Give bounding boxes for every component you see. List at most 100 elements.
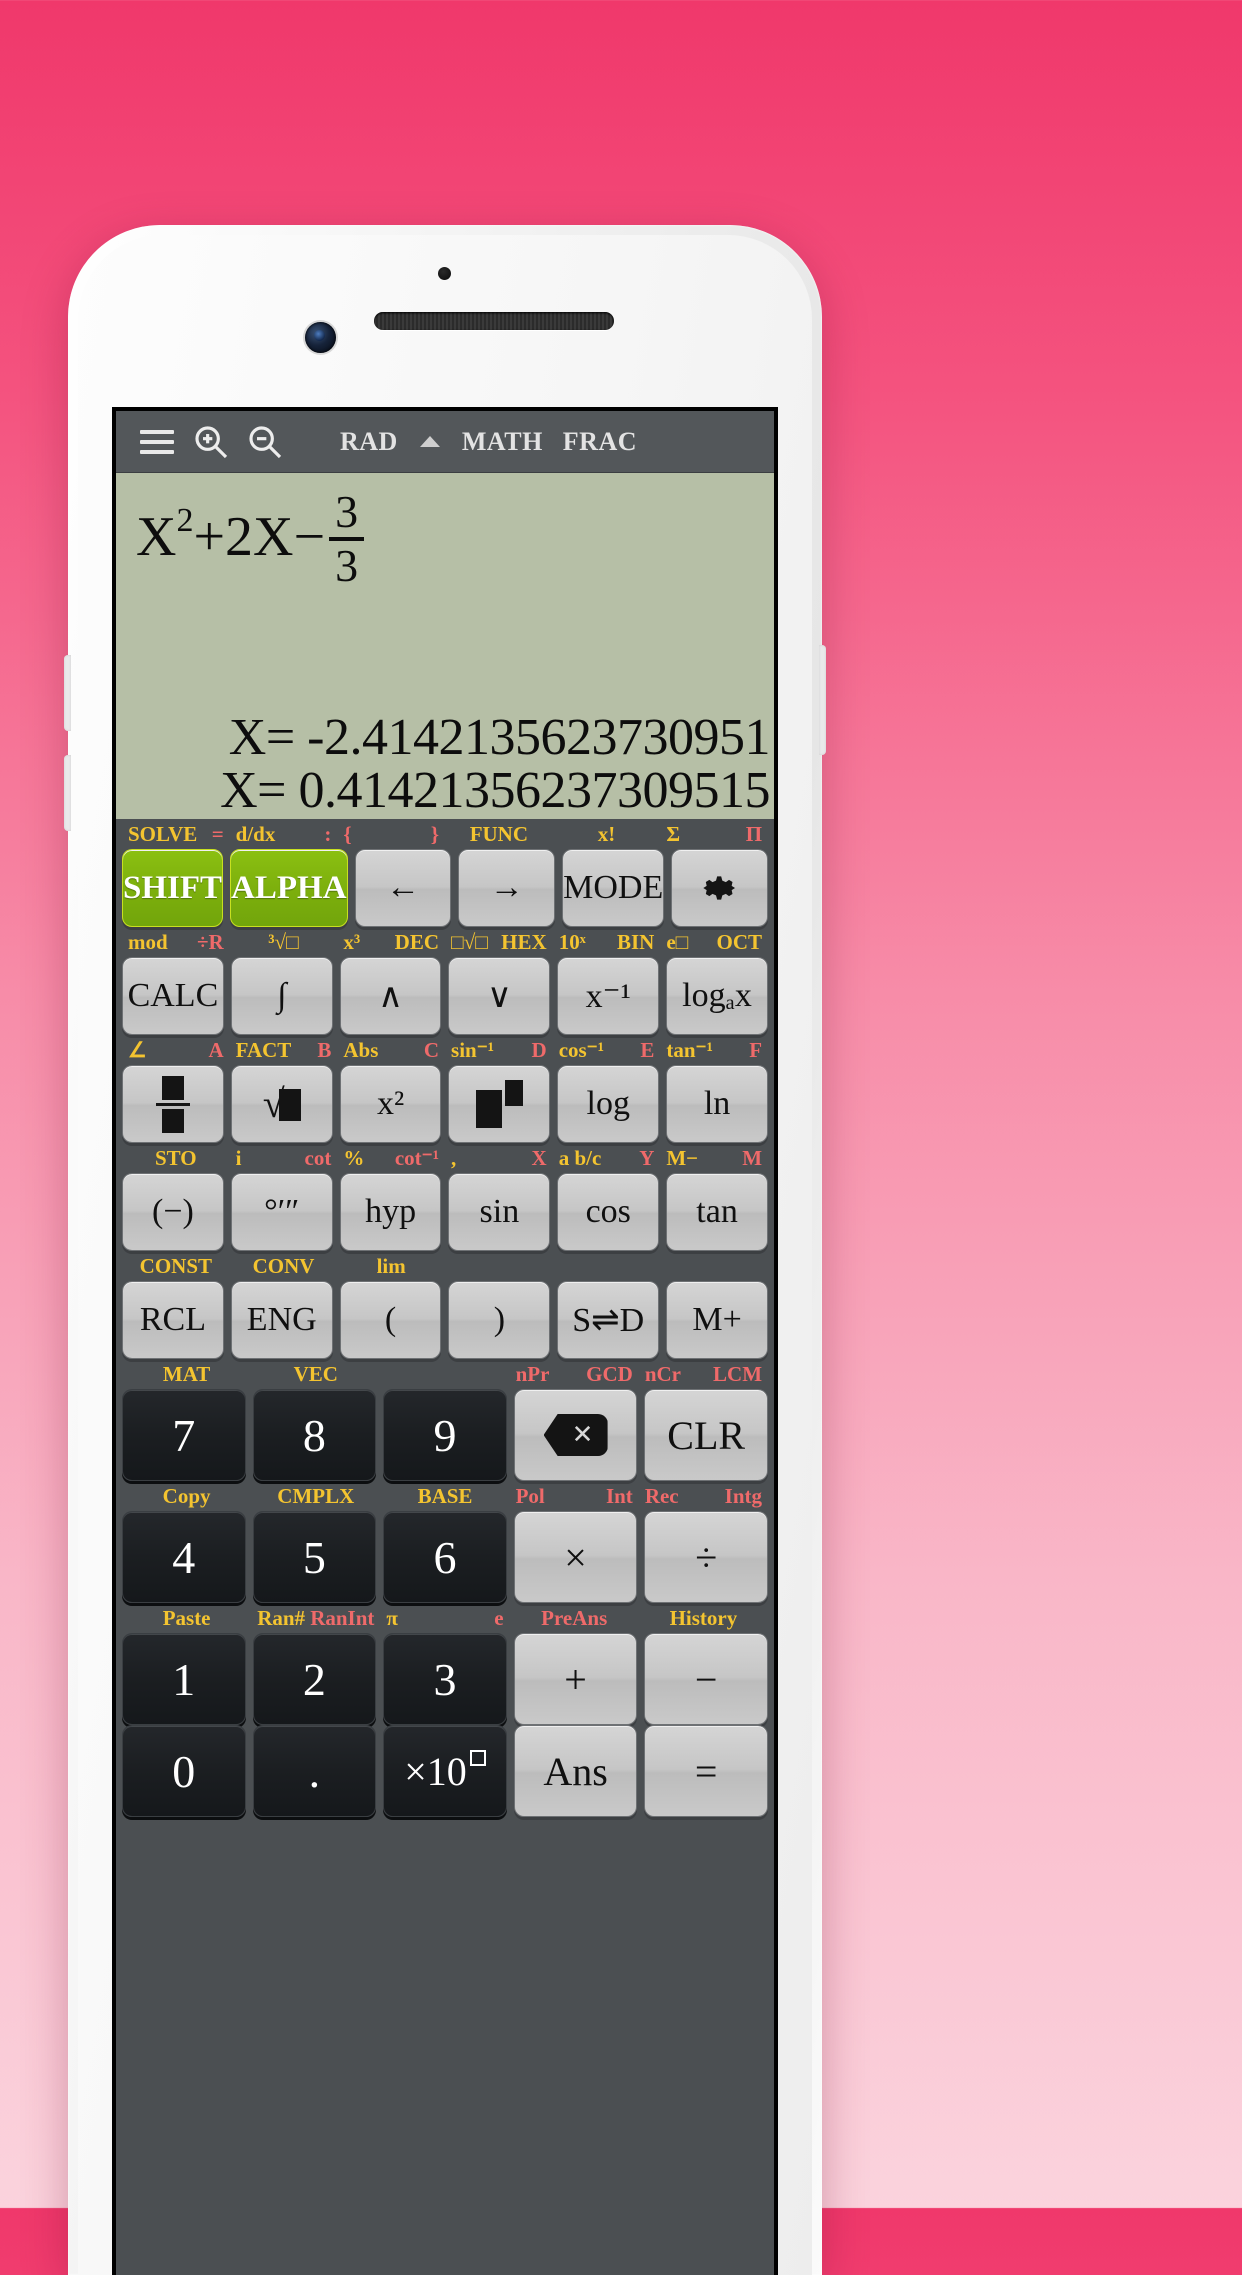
key-digit-2[interactable]: 2 bbox=[252, 1633, 377, 1725]
key-digit-6[interactable]: 6 bbox=[383, 1511, 507, 1603]
key-digit-4[interactable]: 4 bbox=[122, 1511, 246, 1603]
sublabel: B bbox=[317, 1037, 332, 1062]
key-hyp[interactable]: hyp bbox=[339, 1173, 442, 1251]
sublabel: % bbox=[343, 1145, 365, 1170]
key-square-root[interactable]: √ bbox=[230, 1065, 333, 1143]
key-sin[interactable]: sin bbox=[448, 1173, 551, 1251]
key-digit-3[interactable]: 3 bbox=[383, 1633, 507, 1725]
sublabel: Π bbox=[745, 821, 763, 846]
sublabel: LCM bbox=[713, 1361, 763, 1386]
calculator-display[interactable]: X 2 +2X− 3 3 X= -2.4142135623730951 X= 0.4… bbox=[116, 473, 774, 819]
key-fraction[interactable] bbox=[122, 1065, 224, 1143]
sublabel-cell: Pol Int bbox=[510, 1485, 639, 1507]
sublabel-cell: STO bbox=[122, 1147, 230, 1169]
key-reciprocal[interactable]: x⁻¹ bbox=[557, 957, 660, 1035]
key-eng[interactable]: ENG bbox=[230, 1281, 333, 1359]
key-times-ten-power[interactable]: ×10 bbox=[383, 1725, 507, 1817]
key-digit-9[interactable]: 9 bbox=[383, 1389, 507, 1481]
power-button[interactable] bbox=[819, 645, 826, 755]
sublabel: cos⁻¹ bbox=[558, 1037, 605, 1062]
volume-down-button[interactable] bbox=[64, 755, 71, 831]
key-delete[interactable]: ✕ bbox=[513, 1389, 638, 1481]
key-digit-8[interactable]: 8 bbox=[252, 1389, 377, 1481]
gear-icon bbox=[702, 876, 735, 900]
key-arrow-left[interactable]: ← bbox=[354, 849, 452, 927]
key-digit-0[interactable]: 0 bbox=[122, 1725, 246, 1817]
key-calc[interactable]: CALC bbox=[122, 957, 224, 1035]
key-log-base-a[interactable]: logₐx bbox=[666, 957, 768, 1035]
key-cos[interactable]: cos bbox=[557, 1173, 660, 1251]
key-label: 6 bbox=[433, 1531, 457, 1583]
sublabel-row: STO i cot% cot⁻¹, Xa b/c Y M− M bbox=[122, 1143, 768, 1173]
zoom-out-icon[interactable] bbox=[238, 420, 292, 464]
sublabel-cell: x! bbox=[553, 821, 661, 846]
key-arrow-right[interactable]: → bbox=[458, 849, 556, 927]
key-paren-open[interactable]: ( bbox=[339, 1281, 442, 1359]
sublabel: VEC bbox=[293, 1361, 338, 1386]
key-square[interactable]: x² bbox=[339, 1065, 442, 1143]
key-label: Ans bbox=[543, 1748, 608, 1794]
key-memory-plus[interactable]: M+ bbox=[666, 1281, 768, 1359]
key-settings-gear[interactable] bbox=[671, 849, 768, 927]
zoom-in-icon[interactable] bbox=[184, 420, 238, 464]
key-equals[interactable]: = bbox=[644, 1725, 768, 1817]
sublabel: ÷R bbox=[196, 929, 224, 954]
key-ans[interactable]: Ans bbox=[513, 1725, 638, 1817]
display-mode-indicator[interactable]: MATH bbox=[452, 427, 553, 457]
key-s-to-d[interactable]: S⇌D bbox=[557, 1281, 660, 1359]
key-rcl[interactable]: RCL bbox=[122, 1281, 224, 1359]
key-minus[interactable]: − bbox=[644, 1633, 768, 1725]
sublabel-cell: ³√□ bbox=[230, 931, 338, 953]
sublabel: Y bbox=[639, 1145, 655, 1170]
volume-up-button[interactable] bbox=[64, 655, 71, 731]
sublabel: D bbox=[531, 1037, 547, 1062]
key-alpha[interactable]: ALPHA bbox=[230, 849, 348, 927]
key-integral[interactable]: ∫ bbox=[230, 957, 333, 1035]
square-root-icon: √ bbox=[263, 1084, 301, 1124]
fraction-mode-indicator[interactable]: FRAC bbox=[553, 427, 647, 457]
key-row: (−) °′″ hyp sin cos tan bbox=[122, 1173, 768, 1251]
key-caret-up[interactable]: ∧ bbox=[339, 957, 442, 1035]
sublabel-cell: a b/c Y bbox=[553, 1145, 661, 1170]
key-label: 1 bbox=[172, 1653, 196, 1705]
key-label: ENG bbox=[246, 1301, 317, 1338]
key-ln[interactable]: ln bbox=[666, 1065, 768, 1143]
key-digit-7[interactable]: 7 bbox=[122, 1389, 246, 1481]
sublabel: : bbox=[324, 821, 332, 846]
key-shift[interactable]: SHIFT bbox=[122, 849, 224, 927]
angle-mode-indicator[interactable]: RAD bbox=[330, 427, 408, 457]
key-negative[interactable]: (−) bbox=[122, 1173, 224, 1251]
key-plus[interactable]: + bbox=[513, 1633, 638, 1725]
key-label: 0 bbox=[172, 1745, 196, 1797]
key-mode[interactable]: MODE bbox=[562, 849, 665, 927]
hamburger-menu-icon[interactable] bbox=[130, 420, 184, 464]
sublabel-cell: nCr LCM bbox=[639, 1361, 768, 1386]
key-caret-down[interactable]: ∨ bbox=[448, 957, 551, 1035]
key-paren-close[interactable]: ) bbox=[448, 1281, 551, 1359]
key-tan[interactable]: tan bbox=[666, 1173, 768, 1251]
sublabel: nCr bbox=[644, 1361, 681, 1386]
key-label: (−) bbox=[152, 1193, 194, 1230]
sublabel-cell: tan⁻¹ F bbox=[660, 1039, 768, 1061]
sublabel-cell: Ran# RanInt bbox=[251, 1605, 380, 1630]
key-multiply[interactable]: × bbox=[513, 1511, 638, 1603]
sublabel: RanInt bbox=[310, 1605, 375, 1630]
key-degrees-minutes-seconds[interactable]: °′″ bbox=[230, 1173, 333, 1251]
sublabel: GCD bbox=[586, 1361, 633, 1386]
key-label: ∧ bbox=[378, 978, 404, 1015]
key-clear[interactable]: CLR bbox=[644, 1389, 768, 1481]
sublabel: , bbox=[451, 1145, 457, 1170]
sublabel: mod bbox=[128, 929, 168, 954]
sublabel: x! bbox=[597, 821, 616, 846]
sublabel: PreAns bbox=[541, 1605, 608, 1630]
sublabel: { bbox=[343, 821, 352, 846]
key-power[interactable] bbox=[448, 1065, 551, 1143]
key-decimal-point[interactable]: . bbox=[252, 1725, 377, 1817]
key-label: ALPHA bbox=[231, 869, 347, 906]
key-digit-1[interactable]: 1 bbox=[122, 1633, 246, 1725]
key-label: ← bbox=[385, 869, 420, 906]
key-divide[interactable]: ÷ bbox=[644, 1511, 768, 1603]
sublabel-cell: ∠ A bbox=[122, 1039, 230, 1061]
key-digit-5[interactable]: 5 bbox=[252, 1511, 377, 1603]
key-log[interactable]: log bbox=[557, 1065, 660, 1143]
